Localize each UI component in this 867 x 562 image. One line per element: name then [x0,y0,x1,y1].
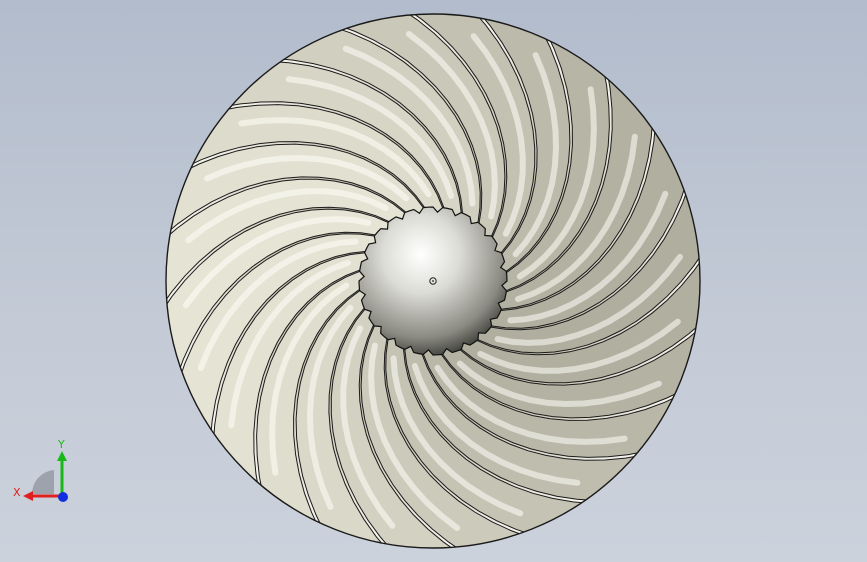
graphics-viewport[interactable]: Y X [0,0,867,562]
fan-model[interactable] [0,0,867,562]
y-axis-arrowhead-icon [57,451,67,461]
z-axis-dot-icon [58,492,68,502]
coordinate-triad[interactable]: Y X [10,436,80,512]
x-axis-arrowhead-icon [23,491,33,501]
x-axis-label: X [13,486,21,499]
triad-view-plane-icon [31,470,54,494]
y-axis-label: Y [57,438,65,451]
origin-dot-icon [432,280,434,282]
